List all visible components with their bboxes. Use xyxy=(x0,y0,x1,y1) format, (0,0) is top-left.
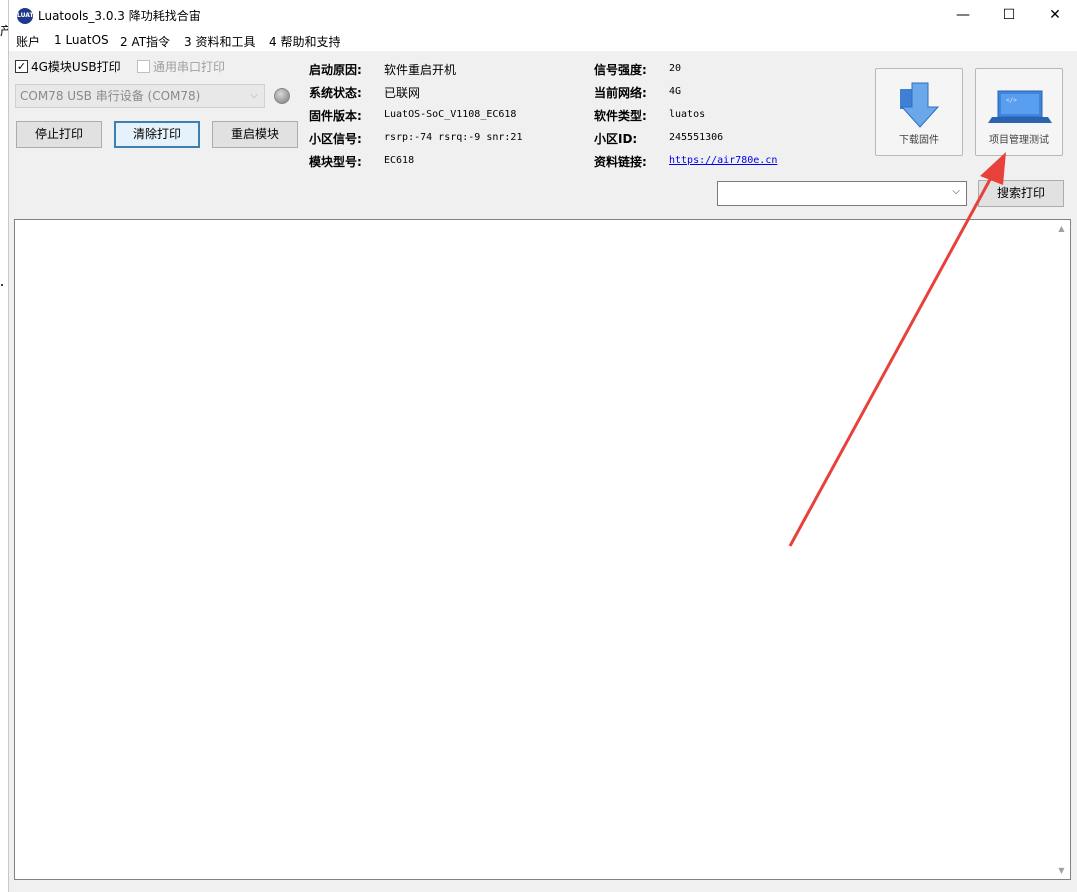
restart-module-button[interactable]: 重启模块 xyxy=(212,121,298,148)
window-title: Luatools_3.0.3 降功耗找合宙 xyxy=(38,9,201,23)
search-print-button[interactable]: 搜索打印 xyxy=(978,180,1064,207)
firmware-version-value: LuatOS-SoC_V1108_EC618 xyxy=(384,109,517,120)
system-status-label: 系统状态: xyxy=(309,86,362,100)
stop-print-button[interactable]: 停止打印 xyxy=(16,121,102,148)
scroll-down-icon[interactable]: ▼ xyxy=(1053,862,1070,879)
laptop-code-icon: </> xyxy=(988,90,1052,123)
firmware-version-label: 固件版本: xyxy=(309,109,362,123)
software-type-value: luatos xyxy=(669,109,706,120)
menu-resources-tools[interactable]: 3 资料和工具 xyxy=(184,33,255,50)
serial-print-label: 通用串口打印 xyxy=(153,60,226,74)
signal-strength-label: 信号强度: xyxy=(594,63,647,77)
title-bar[interactable]: LUAT Luatools_3.0.3 降功耗找合宙 — ☐ ✕ xyxy=(9,0,1077,31)
port-select[interactable]: COM78 USB 串行设备 (COM78) ⌵ xyxy=(15,84,265,108)
control-panel: ✓ 4G模块USB打印 通用串口打印 COM78 USB 串行设备 (COM78… xyxy=(9,51,1077,217)
project-test-label: 项目管理测试 xyxy=(989,135,1049,146)
download-firmware-button[interactable]: 下载固件 xyxy=(875,68,963,156)
menu-bar: 账户 1 LuatOS 2 AT指令 3 资料和工具 4 帮助和支持 xyxy=(9,31,1077,51)
current-network-label: 当前网络: xyxy=(594,86,647,100)
cell-signal-value: rsrp:-74 rsrq:-9 snr:21 xyxy=(384,132,523,143)
module-model-value: EC618 xyxy=(384,155,415,166)
connection-status-led-icon xyxy=(274,88,290,104)
download-firmware-label: 下载固件 xyxy=(899,135,939,146)
project-test-button[interactable]: </> 项目管理测试 xyxy=(975,68,1063,156)
boot-reason-label: 启动原因: xyxy=(309,63,362,77)
download-arrow-icon xyxy=(900,82,940,128)
software-type-label: 软件类型: xyxy=(594,109,647,123)
doc-link[interactable]: https://air780e.cn xyxy=(669,155,777,166)
maximize-button[interactable]: ☐ xyxy=(986,0,1032,31)
chevron-down-icon: ⌵ xyxy=(250,90,258,101)
minimize-button[interactable]: — xyxy=(940,0,986,31)
module-model-label: 模块型号: xyxy=(309,155,362,169)
background-dot xyxy=(1,284,3,286)
port-select-value: COM78 USB 串行设备 (COM78) xyxy=(20,89,201,103)
boot-reason-value: 软件重启开机 xyxy=(384,63,457,77)
menu-luatos[interactable]: 1 LuatOS xyxy=(54,33,109,47)
menu-at-commands[interactable]: 2 AT指令 xyxy=(120,33,170,50)
app-logo-icon: LUAT xyxy=(17,8,34,24)
doc-link-label: 资料链接: xyxy=(594,155,647,169)
log-output-area[interactable]: ▲ ▼ xyxy=(14,219,1071,880)
svg-text:</>: </> xyxy=(1006,97,1017,104)
luatools-window: LUAT Luatools_3.0.3 降功耗找合宙 — ☐ ✕ 账户 1 Lu… xyxy=(8,0,1077,892)
checkbox-unchecked-icon xyxy=(137,60,150,73)
serial-print-checkbox[interactable]: 通用串口打印 xyxy=(137,58,225,75)
signal-strength-value: 20 xyxy=(669,63,682,74)
system-status-value: 已联网 xyxy=(384,86,421,100)
checkbox-checked-icon: ✓ xyxy=(15,60,28,73)
close-button[interactable]: ✕ xyxy=(1032,0,1077,31)
clear-print-button[interactable]: 清除打印 xyxy=(114,121,200,148)
current-network-value: 4G xyxy=(669,86,682,97)
search-filter-select[interactable]: ⌵ xyxy=(717,181,967,206)
menu-account[interactable]: 账户 xyxy=(16,33,40,50)
chevron-down-icon: ⌵ xyxy=(952,186,960,197)
cell-signal-label: 小区信号: xyxy=(309,132,362,146)
menu-help-support[interactable]: 4 帮助和支持 xyxy=(269,33,340,50)
cell-id-label: 小区ID: xyxy=(594,132,638,146)
usb-print-label: 4G模块USB打印 xyxy=(31,60,121,74)
cell-id-value: 245551306 xyxy=(669,132,724,143)
usb-print-checkbox[interactable]: ✓ 4G模块USB打印 xyxy=(15,58,121,75)
scroll-up-icon[interactable]: ▲ xyxy=(1053,220,1070,237)
log-scrollbar[interactable]: ▲ ▼ xyxy=(1053,220,1070,879)
